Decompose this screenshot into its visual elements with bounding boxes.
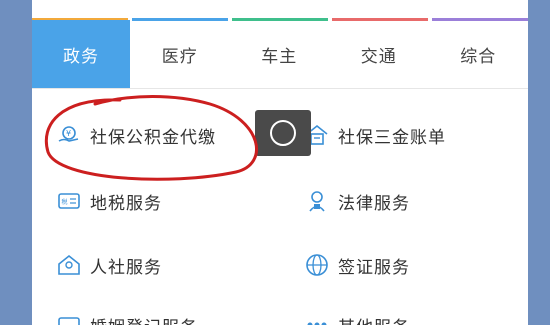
service-item-label: 社保公积金代缴 [90, 127, 216, 148]
more-dots-icon [304, 312, 330, 325]
service-item-label: 婚姻登记服务 [90, 313, 198, 325]
service-item-law[interactable]: 法律服务 [304, 188, 410, 214]
hand-coin-icon: ¥ [56, 122, 82, 148]
service-item-marriage[interactable]: 婚姻登记服务 [56, 312, 198, 325]
service-item-label: 社保三金账单 [338, 127, 446, 148]
loading-spinner [255, 110, 311, 156]
service-item-social-fund[interactable]: ¥ 社保公积金代缴 [56, 122, 216, 148]
marriage-card-icon [56, 312, 82, 325]
globe-icon [304, 252, 330, 278]
service-item-label: 签证服务 [338, 257, 410, 278]
service-item-label: 人社服务 [90, 257, 162, 278]
law-person-icon [304, 188, 330, 214]
service-item-visa[interactable]: 签证服务 [304, 252, 410, 278]
service-item-tax[interactable]: 税 地税服务 [56, 188, 162, 214]
category-tabs: 政务 医疗 车主 交通 综合 [32, 20, 528, 89]
people-house-icon [56, 252, 82, 278]
service-item-social-bill[interactable]: 社保三金账单 [304, 122, 446, 148]
tab-traffic[interactable]: 交通 [329, 20, 429, 88]
tab-general[interactable]: 综合 [429, 20, 529, 88]
svg-text:¥: ¥ [66, 129, 72, 138]
tab-car-owner[interactable]: 车主 [230, 20, 330, 88]
service-panel: 政务 医疗 车主 交通 综合 ¥ 社保公积金代缴 社保三金账单 税 地税服务 法… [32, 0, 528, 325]
tab-gov[interactable]: 政务 [32, 20, 130, 88]
service-item-other[interactable]: 其他服务 [304, 312, 410, 325]
svg-text:税: 税 [61, 198, 68, 206]
service-item-label: 其他服务 [338, 313, 410, 325]
tab-medical[interactable]: 医疗 [130, 20, 230, 88]
service-item-label: 法律服务 [338, 193, 410, 214]
service-item-label: 地税服务 [90, 193, 162, 214]
tax-card-icon: 税 [56, 188, 82, 214]
spinner-ring-icon [270, 120, 296, 146]
service-item-hr-social[interactable]: 人社服务 [56, 252, 162, 278]
